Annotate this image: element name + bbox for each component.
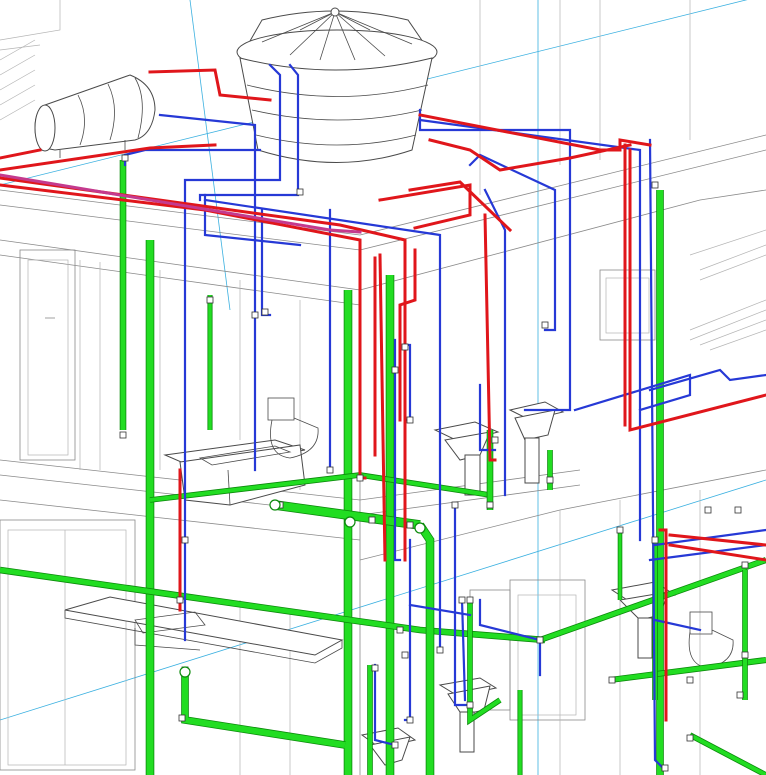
pipe-fitting bbox=[406, 416, 414, 424]
lower-door-panel bbox=[517, 594, 577, 716]
hot-water-pipe bbox=[483, 213, 497, 462]
pipe-fitting bbox=[121, 154, 129, 162]
pipe-fitting bbox=[466, 701, 474, 709]
pipe-fitting bbox=[401, 651, 409, 659]
hot-water-pipe bbox=[378, 253, 387, 562]
pipe-fitting bbox=[206, 296, 214, 304]
pipe-fitting bbox=[176, 596, 184, 604]
pipe-fitting bbox=[458, 596, 466, 604]
hot-water-pipe bbox=[378, 183, 472, 230]
cold-water-pipe bbox=[260, 208, 272, 317]
pipe-fitting bbox=[451, 501, 459, 509]
drain-elbow bbox=[179, 666, 191, 678]
pipe-fitting bbox=[686, 734, 694, 742]
isometric-plumbing-view bbox=[0, 0, 766, 775]
drain-pipe bbox=[417, 523, 434, 775]
upper-wall bbox=[0, 44, 41, 51]
pipe-fitting bbox=[251, 311, 259, 319]
pipe-fitting bbox=[436, 646, 444, 654]
hot-water-pipe bbox=[0, 183, 367, 480]
pipe-fitting bbox=[181, 536, 189, 544]
pipe-fitting bbox=[326, 466, 334, 474]
drain-elbow bbox=[344, 516, 356, 528]
lower-window bbox=[0, 519, 136, 771]
pipe-fitting bbox=[704, 506, 712, 514]
pipe-fitting bbox=[466, 596, 474, 604]
pipe-fitting bbox=[651, 181, 659, 189]
toilet-right bbox=[688, 611, 734, 669]
hot-water-pipe bbox=[0, 148, 42, 160]
lower-window-pane bbox=[7, 529, 127, 766]
cold-water-network bbox=[123, 63, 766, 772]
pipe-fitting bbox=[396, 626, 404, 634]
window-pane bbox=[605, 277, 650, 334]
facade-wall bbox=[0, 254, 361, 306]
pipe-fitting bbox=[486, 501, 494, 509]
cold-water-pipe bbox=[123, 148, 262, 167]
hot-water-pipe bbox=[0, 143, 217, 172]
pipe-fitting bbox=[356, 474, 364, 482]
roof-hatch-right bbox=[689, 229, 766, 351]
pipe-fitting bbox=[371, 664, 379, 672]
pipe-fitting bbox=[391, 741, 399, 749]
side-wall bbox=[359, 189, 766, 291]
hatch-wall bbox=[0, 39, 36, 121]
pipe-fitting bbox=[391, 366, 399, 374]
cold-water-pipe bbox=[468, 153, 557, 332]
door-panel bbox=[27, 259, 69, 456]
pipe-fitting bbox=[686, 676, 694, 684]
pipe-fitting bbox=[261, 308, 269, 316]
pipe-fitting bbox=[296, 188, 304, 196]
water-tank bbox=[236, 7, 438, 163]
pipe-fitting bbox=[741, 651, 749, 659]
plumbing-diagram-canvas bbox=[0, 0, 766, 775]
upper-wall bbox=[0, 0, 61, 41]
pipe-fitting bbox=[741, 561, 749, 569]
hot-water-pipe bbox=[398, 248, 417, 422]
pipe-fitting bbox=[651, 536, 659, 544]
gas-pipe bbox=[0, 173, 362, 234]
pipe-fitting bbox=[608, 676, 616, 684]
fixtures bbox=[34, 7, 734, 766]
pipe-fitting bbox=[541, 321, 549, 329]
pipe-fitting bbox=[406, 521, 414, 529]
pipe-fitting bbox=[546, 476, 554, 484]
pipe-fitting bbox=[368, 516, 376, 524]
pipe-fitting bbox=[491, 436, 499, 444]
hot-water-pipe bbox=[408, 180, 513, 233]
solar-boiler bbox=[34, 74, 156, 158]
drain-elbow bbox=[269, 499, 281, 511]
pipe-fitting bbox=[616, 526, 624, 534]
pipe-fitting bbox=[178, 714, 186, 722]
pipe-fitting bbox=[661, 764, 669, 772]
window bbox=[599, 269, 656, 341]
cold-water-pipe bbox=[573, 373, 692, 412]
pipe-fitting bbox=[536, 636, 544, 644]
guide-line bbox=[189, 0, 231, 311]
washbasin-b bbox=[508, 401, 565, 484]
drain-pipe bbox=[182, 670, 346, 748]
kitchen-counter bbox=[64, 596, 344, 664]
pipe-fitting bbox=[734, 506, 742, 514]
pipe-fitting bbox=[401, 343, 409, 351]
drain-pipe bbox=[689, 733, 766, 775]
pipe-fitting bbox=[119, 431, 127, 439]
pipe-fitting bbox=[406, 716, 414, 724]
pipe-fitting bbox=[736, 691, 744, 699]
drain-elbow bbox=[414, 522, 426, 534]
cold-water-pipe bbox=[418, 108, 572, 412]
cold-water-pipe bbox=[648, 368, 766, 392]
